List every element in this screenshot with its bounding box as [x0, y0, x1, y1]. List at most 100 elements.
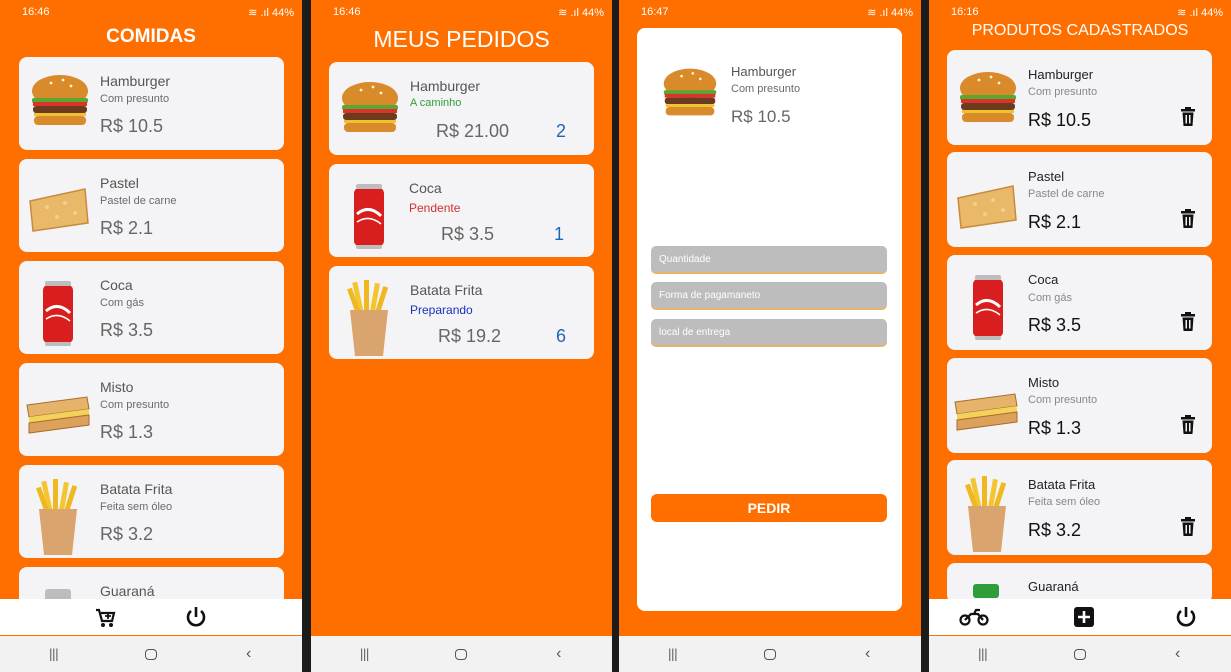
home-button[interactable]	[455, 648, 468, 660]
food-name: Guaraná	[100, 583, 155, 599]
recents-button[interactable]: |||	[349, 646, 379, 662]
power-icon[interactable]	[185, 606, 207, 628]
status-time: 16:47	[641, 6, 669, 18]
system-nav-bar: ||| ‹	[619, 636, 921, 672]
product-card[interactable]: Misto Com presunto R$ 1.3	[947, 358, 1212, 453]
back-button[interactable]: ‹	[544, 646, 574, 662]
food-card[interactable]: Coca Com gás R$ 3.5	[19, 261, 284, 354]
food-name: Misto	[100, 379, 134, 395]
motorcycle-icon[interactable]	[959, 608, 989, 626]
product-name: Hamburger	[1028, 67, 1094, 82]
product-desc: Pastel de carne	[1028, 188, 1105, 200]
food-card[interactable]: Misto Com presunto R$ 1.3	[19, 363, 284, 456]
food-card[interactable]: Hamburger Com presunto R$ 10.5	[19, 57, 284, 150]
status-bar: 16:46 ≋ .ıl 44%	[311, 0, 612, 22]
back-button[interactable]: ‹	[1163, 646, 1193, 662]
delivery-location-field[interactable]: local de entrega	[651, 319, 887, 347]
product-card[interactable]: Guaraná	[947, 563, 1212, 603]
trash-icon[interactable]	[1180, 209, 1196, 229]
system-nav-bar: ||| ‹	[0, 636, 302, 672]
payment-field[interactable]: Forma de pagamaneto	[651, 282, 887, 310]
status-signal: ≋ .ıl 44%	[248, 7, 294, 19]
order-quantity: 6	[556, 326, 567, 346]
fries-icon	[965, 476, 1007, 552]
product-desc: Feita sem óleo	[1028, 496, 1101, 508]
product-desc: Com presunto	[731, 83, 801, 95]
product-price: R$ 10.5	[1028, 110, 1092, 130]
product-card[interactable]: Batata Frita Feita sem óleo R$ 3.2	[947, 460, 1212, 555]
product-desc: Com presunto	[1028, 394, 1098, 406]
order-price: R$ 21.00	[436, 121, 510, 141]
order-name: Coca	[409, 180, 442, 196]
status-bar: 16:16 ≋ .ıl 44%	[929, 0, 1231, 22]
product-card[interactable]: Hamburger Com presunto R$ 10.5	[947, 50, 1212, 145]
page-title: COMIDAS	[106, 26, 196, 47]
order-card[interactable]: Hamburger A caminho R$ 21.00 2	[329, 62, 594, 155]
power-icon[interactable]	[1175, 606, 1197, 628]
product-desc: Com gás	[1028, 292, 1073, 304]
order-status: A caminho	[410, 97, 462, 109]
food-card[interactable]: Batata Frita Feita sem óleo R$ 3.2	[19, 465, 284, 558]
add-box-icon[interactable]	[1074, 607, 1094, 627]
fries-icon	[36, 479, 78, 555]
recents-button[interactable]: |||	[38, 646, 68, 662]
form-panel: Hamburger Com presunto R$ 10.5 Quantidad…	[637, 28, 902, 611]
fries-icon	[347, 280, 389, 356]
food-name: Batata Frita	[100, 481, 173, 497]
product-name: Hamburger	[731, 64, 797, 79]
soda-can-icon	[354, 184, 384, 249]
screen-produtos-cadastrados: 16:16 ≋ .ıl 44% PRODUTOS CADASTRADOS Ham…	[929, 0, 1231, 672]
screen-meus-pedidos: 16:46 ≋ .ıl 44% MEUS PEDIDOS Hamburger A…	[311, 0, 612, 672]
trash-icon[interactable]	[1180, 107, 1196, 127]
product-card[interactable]: Pastel Pastel de carne R$ 2.1	[947, 152, 1212, 247]
food-desc: Com gás	[100, 297, 145, 309]
sandwich-icon	[26, 396, 90, 434]
trash-icon[interactable]	[1180, 517, 1196, 537]
screen-order-form: 16:47 ≋ .ıl 44% Hamburger Com presunto R…	[619, 0, 921, 672]
soda-can-icon	[973, 275, 1003, 340]
status-signal: ≋ .ıl 44%	[1177, 7, 1223, 19]
order-button[interactable]: PEDIR	[651, 494, 887, 522]
product-name: Batata Frita	[1028, 477, 1096, 492]
product-card[interactable]: Coca Com gás R$ 3.5	[947, 255, 1212, 350]
cart-add-icon[interactable]	[95, 608, 117, 628]
status-signal: ≋ .ıl 44%	[558, 7, 604, 19]
trash-icon[interactable]	[1180, 415, 1196, 435]
order-price: R$ 3.5	[441, 224, 495, 244]
product-price: R$ 3.2	[1028, 520, 1082, 540]
status-time: 16:46	[22, 6, 50, 18]
quantity-field[interactable]: Quantidade	[651, 246, 887, 274]
back-button[interactable]: ‹	[853, 646, 883, 662]
pastel-icon	[957, 185, 1017, 229]
food-desc: Pastel de carne	[100, 195, 177, 207]
home-button[interactable]	[144, 648, 157, 660]
order-card[interactable]: Batata Frita Preparando R$ 19.2 6	[329, 266, 594, 359]
order-quantity: 1	[554, 224, 565, 244]
recents-button[interactable]: |||	[967, 646, 997, 662]
order-price: R$ 19.2	[438, 326, 502, 346]
recents-button[interactable]: |||	[657, 646, 687, 662]
status-bar: 16:47 ≋ .ıl 44%	[619, 0, 921, 22]
order-card[interactable]: Coca Pendente R$ 3.5 1	[329, 164, 594, 257]
system-nav-bar: ||| ‹	[929, 636, 1231, 672]
food-price: R$ 3.5	[100, 320, 154, 340]
food-name: Coca	[100, 277, 133, 293]
food-name: Hamburger	[100, 73, 171, 89]
trash-icon[interactable]	[1180, 312, 1196, 332]
pastel-icon	[29, 188, 89, 232]
system-nav-bar: ||| ‹	[311, 636, 612, 672]
order-name: Hamburger	[410, 78, 481, 94]
food-price: R$ 3.2	[100, 524, 154, 544]
home-button[interactable]	[1073, 648, 1086, 660]
home-button[interactable]	[763, 648, 776, 660]
status-time: 16:46	[333, 6, 361, 18]
back-button[interactable]: ‹	[234, 646, 264, 662]
food-name: Pastel	[100, 175, 139, 191]
product-name: Misto	[1028, 375, 1060, 390]
soda-can-icon	[43, 281, 73, 346]
status-time: 16:16	[951, 6, 979, 18]
screen-comidas: 16:46 ≋ .ıl 44% COMIDAS Hamburger Com pr…	[0, 0, 302, 672]
food-price: R$ 1.3	[100, 422, 154, 442]
food-card[interactable]: Pastel Pastel de carne R$ 2.1	[19, 159, 284, 252]
bottom-toolbar	[0, 599, 302, 635]
